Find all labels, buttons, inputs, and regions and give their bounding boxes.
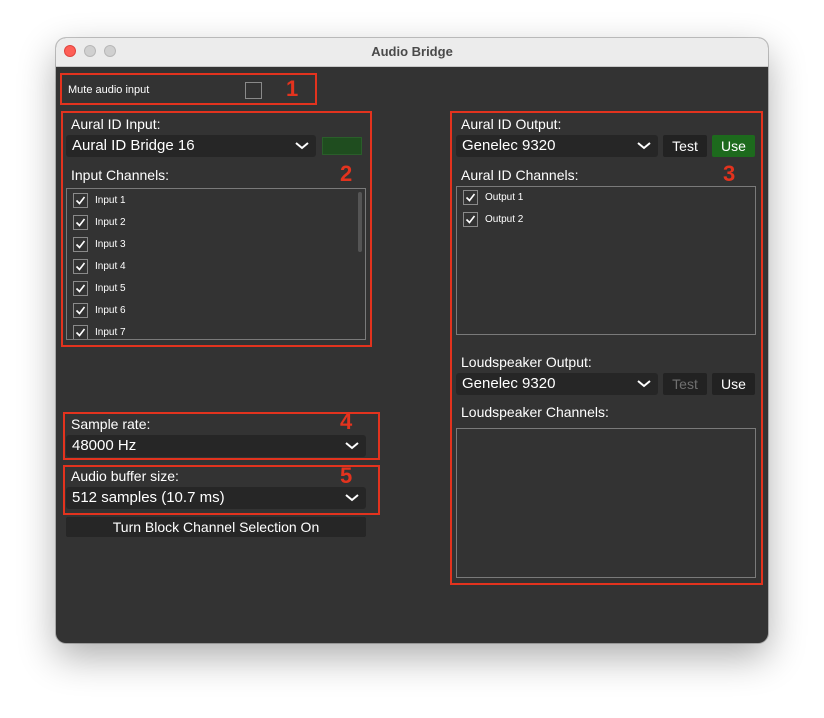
checkmark-icon <box>75 262 86 271</box>
titlebar: Audio Bridge <box>56 38 768 67</box>
loudspeaker-device-value: Genelec 9320 <box>462 375 556 392</box>
loudspeaker-channels-label: Loudspeaker Channels: <box>461 404 609 420</box>
sample-rate-value: 48000 Hz <box>72 437 137 454</box>
annotation-number-3: 3 <box>723 161 736 186</box>
checkmark-icon <box>465 193 476 202</box>
output-channel-list[interactable]: Output 1 Output 2 <box>456 186 756 335</box>
window-title: Audio Bridge <box>371 44 453 59</box>
mute-label: Mute audio input <box>68 84 150 96</box>
chevron-down-icon <box>345 494 359 502</box>
channel-checkbox[interactable] <box>463 190 478 205</box>
checkmark-icon <box>75 240 86 249</box>
channel-checkbox[interactable] <box>73 303 88 318</box>
input-device-dropdown[interactable]: Aural ID Bridge 16 <box>66 135 316 157</box>
sample-rate-dropdown[interactable]: 48000 Hz <box>66 435 366 457</box>
input-list-scrollbar[interactable] <box>358 192 362 252</box>
channel-label: Input 6 <box>95 305 126 316</box>
channel-checkbox[interactable] <box>73 237 88 252</box>
input-channel-list[interactable]: Input 1 Input 2 Input 3 Input 4 Input 5 … <box>66 188 366 340</box>
sample-rate-label: Sample rate: <box>71 416 151 432</box>
annotation-number-2: 2 <box>340 161 353 186</box>
mute-checkbox[interactable] <box>245 82 262 99</box>
channel-label: Input 1 <box>95 195 126 206</box>
loudspeaker-label: Loudspeaker Output: <box>461 354 592 370</box>
channel-checkbox[interactable] <box>73 259 88 274</box>
buffer-size-value: 512 samples (10.7 ms) <box>72 489 225 506</box>
chevron-down-icon <box>345 442 359 450</box>
buffer-label: Audio buffer size: <box>71 468 179 484</box>
output-device-value: Genelec 9320 <box>462 137 556 154</box>
annotation-number-5: 5 <box>340 463 353 488</box>
channel-label: Input 2 <box>95 217 126 228</box>
channel-checkbox[interactable] <box>73 215 88 230</box>
output-use-button[interactable]: Use <box>712 135 755 157</box>
channel-label: Input 7 <box>95 327 126 338</box>
channel-checkbox[interactable] <box>73 281 88 296</box>
channel-checkbox[interactable] <box>73 193 88 208</box>
output-label: Aural ID Output: <box>461 116 562 132</box>
input-level-meter <box>322 137 362 155</box>
channel-checkbox[interactable] <box>73 325 88 339</box>
annotation-number-4: 4 <box>340 409 353 434</box>
channel-label: Output 1 <box>485 192 524 203</box>
chevron-down-icon <box>637 380 651 388</box>
checkmark-icon <box>75 284 86 293</box>
chevron-down-icon <box>295 142 309 150</box>
app-window: Audio Bridge Mute audio input 1 Aural ID… <box>56 38 768 643</box>
input-device-value: Aural ID Bridge 16 <box>72 137 195 154</box>
channel-label: Output 2 <box>485 214 524 225</box>
output-channels-label: Aural ID Channels: <box>461 167 579 183</box>
checkmark-icon <box>75 218 86 227</box>
loudspeaker-device-dropdown[interactable]: Genelec 9320 <box>456 373 658 395</box>
loudspeaker-use-button[interactable]: Use <box>712 373 755 395</box>
output-device-dropdown[interactable]: Genelec 9320 <box>456 135 658 157</box>
input-label: Aural ID Input: <box>71 116 161 132</box>
channel-label: Input 4 <box>95 261 126 272</box>
channel-checkbox[interactable] <box>463 212 478 227</box>
checkmark-icon <box>75 306 86 315</box>
loudspeaker-test-button[interactable]: Test <box>663 373 707 395</box>
checkmark-icon <box>75 328 86 337</box>
input-channels-label: Input Channels: <box>71 167 170 183</box>
output-test-button[interactable]: Test <box>663 135 707 157</box>
checkmark-icon <box>465 215 476 224</box>
loudspeaker-channel-list[interactable] <box>456 428 756 578</box>
chevron-down-icon <box>637 142 651 150</box>
channel-label: Input 3 <box>95 239 126 250</box>
annotation-number-1: 1 <box>286 76 299 101</box>
block-channel-selection-button[interactable]: Turn Block Channel Selection On <box>66 517 366 537</box>
content: Mute audio input 1 Aural ID Input: Aural… <box>56 67 768 643</box>
checkmark-icon <box>75 196 86 205</box>
buffer-size-dropdown[interactable]: 512 samples (10.7 ms) <box>66 487 366 509</box>
channel-label: Input 5 <box>95 283 126 294</box>
